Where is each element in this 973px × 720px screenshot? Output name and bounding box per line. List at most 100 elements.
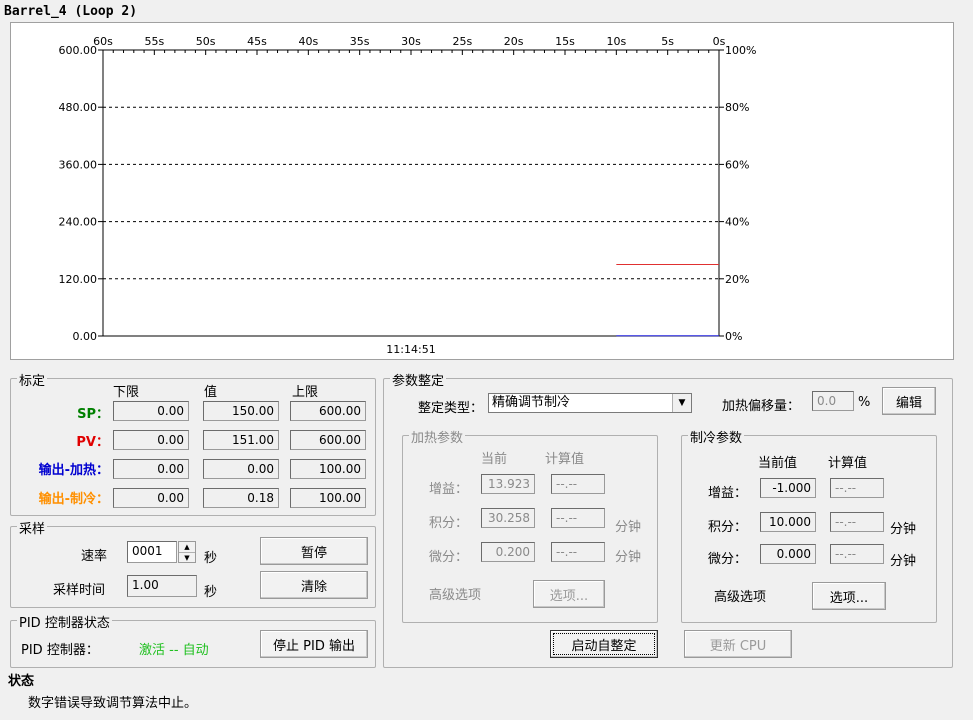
sample-time-label: 采样时间 <box>53 583 106 598</box>
chevron-down-icon[interactable]: ▼ <box>672 394 691 412</box>
cooling-advanced-label: 高级选项 <box>714 590 767 605</box>
heating-gain-label: 增益： <box>429 482 469 497</box>
tuning-type-label: 整定类型： <box>418 401 484 416</box>
trend-chart-svg: 600.00 100% 480.00 80% 360.00 60% 240.00 40% 120… <box>59 35 757 356</box>
heating-gain-field: 13.923 <box>481 474 535 494</box>
y-tick-label: 240.00 <box>59 216 98 229</box>
pid-state-group: PID 控制器状态 PID 控制器： 激活 -- 自动 停止 PID 输出 <box>10 612 376 668</box>
heat-output-label: 输出-加热： <box>38 463 109 478</box>
sampling-legend: 采样 <box>17 518 48 537</box>
window-title: Barrel_4 (Loop 2) <box>4 4 138 19</box>
cooling-gain-calc: --.-- <box>830 478 884 498</box>
sample-time-unit: 秒 <box>204 585 218 600</box>
heating-options-button[interactable]: 选项... <box>533 580 605 608</box>
heating-derivative-field: 0.200 <box>481 542 535 562</box>
heat-low-field[interactable]: 0.00 <box>113 459 189 479</box>
cooling-integral-label: 积分： <box>708 520 748 535</box>
y-right-tick-label: 60% <box>725 158 749 171</box>
spin-down-icon[interactable]: ▼ <box>179 553 195 563</box>
heating-integral-label: 积分： <box>429 516 469 531</box>
cooling-gain-label: 增益： <box>708 486 748 501</box>
spin-up-icon[interactable]: ▲ <box>179 542 195 553</box>
x-tick-label: 55s <box>144 35 164 48</box>
cooling-legend: 制冷参数 <box>688 427 745 446</box>
pid-state-legend: PID 控制器状态 <box>17 612 112 631</box>
stop-pid-output-button[interactable]: 停止 PID 输出 <box>260 630 368 658</box>
y-tick-label: 480.00 <box>59 101 98 114</box>
cooling-derivative-calc: --.-- <box>830 544 884 564</box>
heating-integral-calc: --.-- <box>551 508 605 528</box>
sample-time-field: 1.00 <box>127 575 197 597</box>
x-tick-label: 40s <box>298 35 318 48</box>
x-tick-label: 35s <box>350 35 370 48</box>
cool-low-field[interactable]: 0.00 <box>113 488 189 508</box>
cooling-col-calc: 计算值 <box>828 456 868 471</box>
pid-controller-label: PID 控制器： <box>21 643 99 658</box>
update-cpu-button[interactable]: 更新 CPU <box>684 630 792 658</box>
heating-derivative-unit: 分钟 <box>615 550 642 565</box>
heating-integral-field: 30.258 <box>481 508 535 528</box>
x-tick-label: 5s <box>661 35 674 48</box>
heating-integral-unit: 分钟 <box>615 520 642 535</box>
heat-offset-label: 加热偏移量： <box>722 399 801 414</box>
heating-derivative-calc: --.-- <box>551 542 605 562</box>
y-right-tick-label: 20% <box>725 273 749 286</box>
heat-offset-unit: % <box>858 395 871 410</box>
cool-high-field[interactable]: 100.00 <box>290 488 366 508</box>
header-low: 下限 <box>113 385 140 400</box>
cooling-group: 制冷参数 当前值 计算值 增益： -1.000 --.-- 积分： 10.000… <box>681 427 937 623</box>
heating-group: 加热参数 当前 计算值 增益： 13.923 --.-- 积分： 30.258 … <box>402 427 658 623</box>
sampling-group: 采样 速率 0001 ▲ ▼ 秒 暂停 采样时间 1.00 秒 清除 <box>10 518 376 608</box>
x-tick-label: 20s <box>504 35 524 48</box>
cooling-derivative-unit: 分钟 <box>890 554 917 569</box>
sp-label: SP： <box>77 407 109 422</box>
status-message: 数字错误导致调节算法中止。 <box>28 696 198 711</box>
cooling-col-current: 当前值 <box>758 456 798 471</box>
cooling-integral-field[interactable]: 10.000 <box>760 512 816 532</box>
cooling-gain-field[interactable]: -1.000 <box>760 478 816 498</box>
cooling-options-button[interactable]: 选项... <box>812 582 886 610</box>
pause-button[interactable]: 暂停 <box>260 537 368 565</box>
y-tick-label: 0.00 <box>73 330 98 343</box>
x-tick-label: 30s <box>401 35 421 48</box>
heat-value-field[interactable]: 0.00 <box>203 459 279 479</box>
time-label: 11:14:51 <box>386 343 435 356</box>
pv-label: PV： <box>76 435 109 450</box>
sp-low-field[interactable]: 0.00 <box>113 401 189 421</box>
y-tick-label: 120.00 <box>59 273 98 286</box>
tuning-type-select[interactable]: 精确调节制冷 ▼ <box>488 393 692 413</box>
cool-value-field[interactable]: 0.18 <box>203 488 279 508</box>
cooling-integral-unit: 分钟 <box>890 522 917 537</box>
sp-high-field[interactable]: 600.00 <box>290 401 366 421</box>
start-autotune-button[interactable]: 启动自整定 <box>550 630 658 658</box>
rate-spinner[interactable]: ▲ ▼ <box>178 541 196 563</box>
heat-offset-field: 0.0 <box>812 391 854 411</box>
cooling-integral-calc: --.-- <box>830 512 884 532</box>
edit-button[interactable]: 编辑 <box>882 387 936 415</box>
y-right-tick-label: 80% <box>725 101 749 114</box>
y-tick-label: 600.00 <box>59 44 98 57</box>
x-tick-label: 15s <box>555 35 575 48</box>
y-right-tick-label: 0% <box>725 330 742 343</box>
x-tick-label: 60s <box>93 35 113 48</box>
trend-chart: 600.00 100% 480.00 80% 360.00 60% 240.00 40% 120… <box>10 22 954 360</box>
pv-low-field[interactable]: 0.00 <box>113 430 189 450</box>
pv-value-field[interactable]: 151.00 <box>203 430 279 450</box>
clear-button[interactable]: 清除 <box>260 571 368 599</box>
pid-controller-state: 激活 -- 自动 <box>139 643 209 658</box>
cooling-derivative-field[interactable]: 0.000 <box>760 544 816 564</box>
rate-label: 速率 <box>81 549 108 564</box>
pv-high-field[interactable]: 600.00 <box>290 430 366 450</box>
y-right-tick-label: 40% <box>725 216 749 229</box>
rate-unit: 秒 <box>204 551 218 566</box>
header-value: 值 <box>204 385 218 400</box>
cool-output-label: 输出-制冷： <box>38 492 109 507</box>
rate-input[interactable]: 0001 <box>127 541 177 563</box>
heating-col-current: 当前 <box>481 452 508 467</box>
tuning-legend: 参数整定 <box>390 370 447 389</box>
status-title: 状态 <box>8 674 35 689</box>
sp-value-field[interactable]: 150.00 <box>203 401 279 421</box>
header-high: 上限 <box>292 385 319 400</box>
x-tick-label: 50s <box>196 35 216 48</box>
heat-high-field[interactable]: 100.00 <box>290 459 366 479</box>
